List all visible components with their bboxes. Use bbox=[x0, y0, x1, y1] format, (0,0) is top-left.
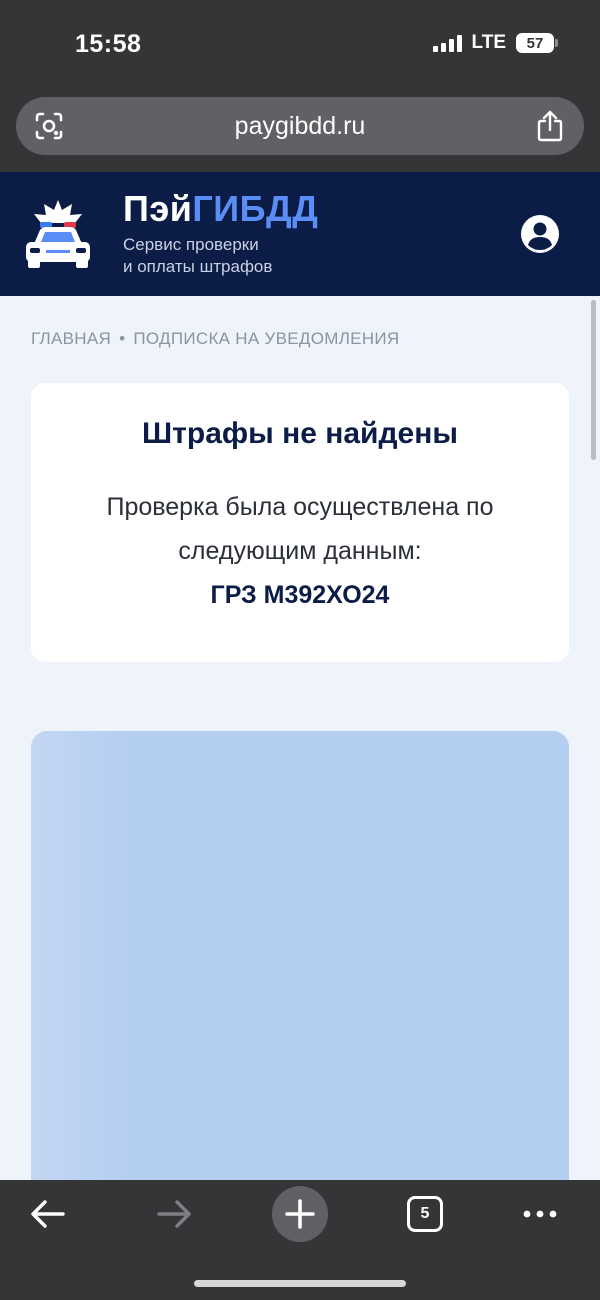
page-scrollbar[interactable] bbox=[591, 300, 596, 460]
banner-placeholder[interactable] bbox=[31, 731, 569, 1180]
result-line-1: Проверка была осуществлена по bbox=[106, 493, 494, 521]
tabs-count: 5 bbox=[407, 1196, 443, 1232]
site-header: ПэйГИБДД Сервис проверки и оплаты штрафо… bbox=[0, 172, 600, 296]
breadcrumb-separator: • bbox=[119, 329, 126, 348]
breadcrumb: ГЛАВНАЯ • ПОДПИСКА НА УВЕДОМЛЕНИЯ bbox=[31, 329, 400, 349]
tabs-button[interactable]: 5 bbox=[405, 1192, 445, 1236]
home-indicator[interactable] bbox=[194, 1280, 406, 1287]
result-line-2: следующим данным: bbox=[178, 537, 422, 565]
brand-prefix: Пэй bbox=[123, 188, 193, 229]
result-card: Штрафы не найдены Проверка была осуществ… bbox=[31, 383, 569, 662]
back-arrow-icon bbox=[31, 1200, 65, 1228]
result-description: Проверка была осуществлена по следующим … bbox=[31, 485, 569, 573]
more-button[interactable] bbox=[520, 1192, 560, 1236]
browser-toolbar: 5 bbox=[0, 1180, 600, 1300]
breadcrumb-current: ПОДПИСКА НА УВЕДОМЛЕНИЯ bbox=[133, 329, 400, 348]
forward-button[interactable] bbox=[154, 1192, 194, 1236]
browser-address-area: paygibdd.ru bbox=[0, 90, 600, 172]
forward-arrow-icon bbox=[157, 1200, 191, 1228]
share-icon[interactable] bbox=[536, 109, 564, 143]
status-indicators: LTE 57 bbox=[432, 32, 558, 54]
signal-strength-icon bbox=[432, 34, 462, 52]
tagline-line-1: Сервис проверки bbox=[123, 235, 259, 254]
page-content: ГЛАВНАЯ • ПОДПИСКА НА УВЕДОМЛЕНИЯ Штрафы… bbox=[0, 296, 600, 1180]
user-account-icon[interactable] bbox=[520, 214, 560, 254]
status-bar: 15:58 LTE 57 bbox=[0, 0, 600, 90]
breadcrumb-home[interactable]: ГЛАВНАЯ bbox=[31, 329, 111, 349]
url-text: paygibdd.ru bbox=[234, 112, 366, 140]
address-bar[interactable]: paygibdd.ru bbox=[16, 97, 584, 155]
brand-tagline: Сервис проверки и оплаты штрафов bbox=[123, 234, 383, 278]
new-tab-button[interactable] bbox=[272, 1186, 328, 1242]
tagline-line-2: и оплаты штрафов bbox=[123, 257, 273, 276]
battery-icon: 57 bbox=[516, 33, 558, 53]
plus-icon bbox=[285, 1199, 315, 1229]
network-type: LTE bbox=[471, 32, 506, 53]
brand-name[interactable]: ПэйГИБДД bbox=[123, 188, 318, 230]
result-plate-number: ГРЗ М392ХО24 bbox=[210, 581, 390, 609]
more-dots-icon bbox=[523, 1210, 557, 1218]
status-time: 15:58 bbox=[75, 30, 142, 58]
police-car-logo-icon[interactable] bbox=[20, 198, 96, 270]
result-title: Штрафы не найдены bbox=[142, 417, 458, 450]
back-button[interactable] bbox=[28, 1192, 68, 1236]
brand-accent: ГИБДД bbox=[192, 188, 319, 229]
battery-level: 57 bbox=[526, 34, 544, 52]
